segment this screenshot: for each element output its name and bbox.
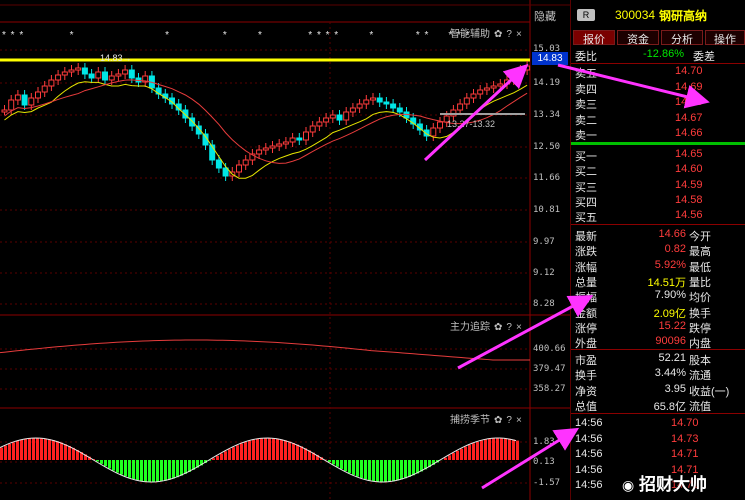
arrow-icon	[481, 427, 580, 490]
weibo-icon: ◉	[622, 477, 635, 493]
arrow-icon	[557, 63, 710, 109]
arrow-icon	[457, 295, 594, 370]
annotation-arrows	[423, 63, 710, 490]
watermark-text: 招财大帅	[638, 475, 707, 494]
watermark: ◉ 招财大帅	[622, 470, 707, 495]
arrow-icon	[423, 63, 529, 162]
